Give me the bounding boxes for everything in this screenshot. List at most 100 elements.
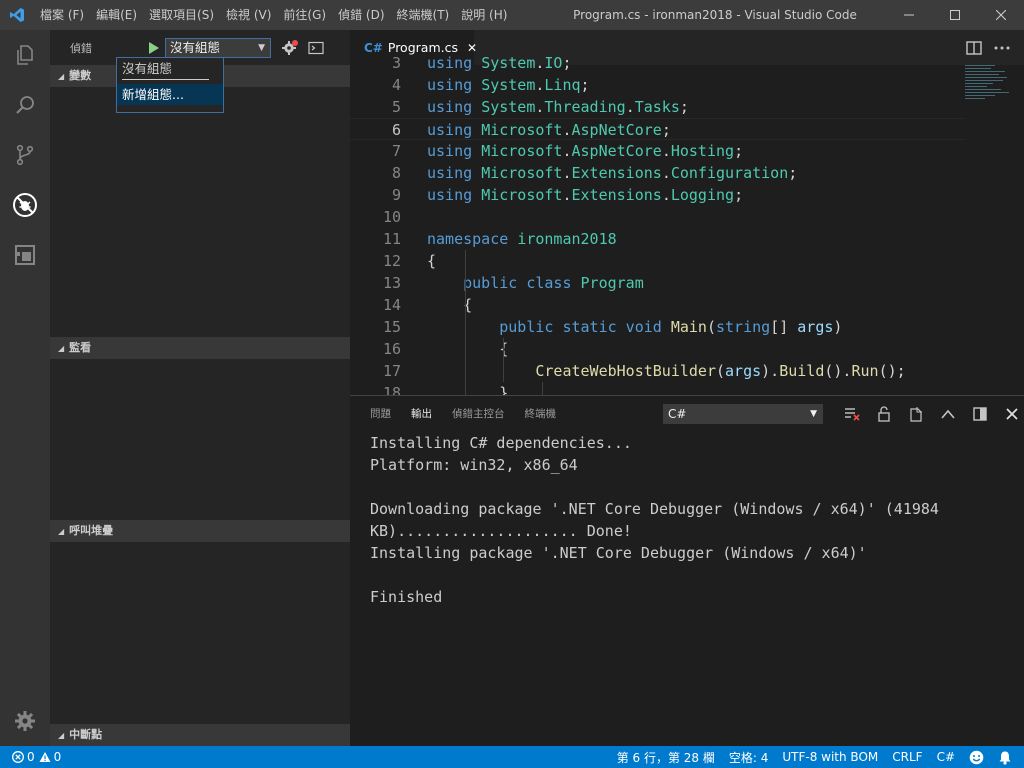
toggle-panel-position-icon[interactable] (964, 396, 996, 432)
more-actions-icon[interactable] (988, 30, 1016, 65)
clear-output-icon[interactable] (836, 396, 868, 432)
code-line[interactable]: 8 using Microsoft.Extensions.Configuratio… (350, 162, 965, 184)
warning-count: 0 (53, 750, 62, 764)
search-icon[interactable] (0, 80, 50, 130)
code-line[interactable]: 12 { (350, 250, 965, 272)
extensions-icon[interactable] (0, 230, 50, 280)
code-line[interactable]: 11 namespace ironman2018 (350, 228, 965, 250)
line-number: 13 (382, 274, 401, 292)
code-line[interactable]: 15 public static void Main(string[] args… (350, 316, 965, 338)
minimap[interactable] (965, 65, 1010, 105)
cursor-position[interactable]: 第 6 行，第 28 欄 (617, 749, 715, 766)
watch-section-header[interactable]: ◢ 監看 (50, 337, 350, 359)
maximize-button[interactable] (932, 0, 978, 30)
code-view[interactable]: 3 using System.IO; 4 using System.Linq; 5 usi… (350, 54, 1024, 395)
menu-view[interactable]: 檢視 (V) (220, 0, 277, 30)
open-launch-json-gear-icon[interactable] (279, 37, 301, 59)
chevron-down-icon: ▼ (258, 42, 265, 53)
code-text: public class Program (463, 274, 644, 292)
code-text: { (427, 340, 509, 358)
code-line[interactable]: 18 } (350, 382, 965, 395)
sidebar-title: 偵錯 (70, 41, 92, 55)
title-bar: 檔案 (F) 編輯(E) 選取項目(S) 檢視 (V) 前往(G) 偵錯 (D)… (0, 0, 1024, 30)
code-line[interactable]: 13 public class Program (350, 272, 965, 294)
end-of-line[interactable]: CRLF (892, 750, 922, 764)
start-debugging-button[interactable] (144, 38, 164, 58)
output-channel-select[interactable]: C# ▼ (663, 404, 823, 424)
indent-guide (542, 382, 543, 395)
debug-config-value: 沒有組態 (170, 39, 221, 55)
expand-triangle-icon: ◢ (58, 731, 65, 740)
scroll-lock-icon[interactable] (868, 396, 900, 432)
menu-debug[interactable]: 偵錯 (D) (332, 0, 390, 30)
breakpoints-section-header[interactable]: ◢ 中斷點 (50, 724, 350, 746)
indentation[interactable]: 空格: 4 (729, 749, 769, 766)
status-bar: 0 0 第 6 行，第 28 欄 空格: 4 UTF-8 with BOM CR… (0, 746, 1024, 768)
error-icon (12, 751, 24, 763)
callstack-section-header[interactable]: ◢ 呼叫堆疊 (50, 520, 350, 542)
output-line: Finished (370, 588, 443, 606)
dropdown-option-add-config[interactable]: 新增組態... (117, 84, 223, 105)
output-channel-value: C# (668, 407, 687, 421)
maximize-panel-chevron-up-icon[interactable] (932, 396, 964, 432)
close-window-button[interactable] (978, 0, 1024, 30)
problems-status[interactable]: 0 0 (12, 750, 61, 764)
code-line[interactable]: 6 using Microsoft.AspNetCore; (350, 118, 965, 140)
line-number: 14 (382, 296, 401, 314)
debug-sidebar: 偵錯 沒有組態 ▼ ◢ 變數 ◢ 監看 ◢ 呼叫堆疊 ◢ 中斷點 (50, 30, 350, 746)
menu-file[interactable]: 檔案 (F) (34, 0, 90, 30)
open-log-file-icon[interactable] (900, 396, 932, 432)
code-line[interactable]: 4 using System.Linq; (350, 74, 965, 96)
tab-terminal[interactable]: 終端機 (525, 396, 557, 432)
output-panel: 問題 輸出 偵錯主控台 終端機 C# ▼ Installing C# depen… (350, 395, 1024, 746)
code-line[interactable]: 9 using Microsoft.Extensions.Logging; (350, 184, 965, 206)
code-line[interactable]: 17 CreateWebHostBuilder(args).Build().Ru… (350, 360, 965, 382)
window-title: Program.cs - ironman2018 - Visual Studio… (573, 8, 857, 22)
tab-debug-console[interactable]: 偵錯主控台 (452, 396, 505, 432)
tab-problems[interactable]: 問題 (370, 396, 391, 432)
code-line[interactable]: 3 using System.IO; (350, 52, 965, 74)
menu-selection[interactable]: 選取項目(S) (143, 0, 220, 30)
minimize-button[interactable] (886, 0, 932, 30)
dropdown-option-no-config[interactable]: 沒有組態 (117, 58, 223, 79)
code-text: { (427, 252, 437, 270)
line-number: 11 (382, 230, 401, 248)
expand-triangle-icon: ◢ (58, 527, 65, 536)
code-line[interactable]: 5 using System.Threading.Tasks; (350, 96, 965, 118)
editor-area: C# Program.cs ✕ 3 using System.IO; 4 using … (350, 30, 1024, 395)
debug-icon[interactable] (0, 180, 50, 230)
debug-config-dropdown: 沒有組態 新增組態... (116, 57, 224, 113)
indent-guide (465, 250, 466, 395)
encoding[interactable]: UTF-8 with BOM (782, 750, 878, 764)
menu-edit[interactable]: 編輯(E) (90, 0, 143, 30)
code-line[interactable]: 7 using Microsoft.AspNetCore.Hosting; (350, 140, 965, 162)
code-line[interactable]: 14 { (350, 294, 965, 316)
source-control-icon[interactable] (0, 130, 50, 180)
code-text: using Microsoft.AspNetCore; (427, 121, 671, 139)
menu-terminal[interactable]: 終端機(T) (391, 0, 456, 30)
code-text: using Microsoft.Extensions.Configuration… (427, 164, 798, 182)
tab-output[interactable]: 輸出 (411, 396, 432, 432)
line-number: 5 (391, 98, 401, 116)
menu-help[interactable]: 說明 (H) (455, 0, 513, 30)
code-line[interactable]: 10 (350, 206, 965, 228)
chevron-down-icon: ▼ (810, 409, 817, 419)
output-line: Installing package '.NET Core Debugger (… (370, 544, 867, 562)
debug-console-icon[interactable] (305, 37, 327, 59)
close-panel-icon[interactable] (996, 396, 1024, 432)
debug-config-select[interactable]: 沒有組態 ▼ (165, 37, 271, 58)
feedback-smiley-icon[interactable] (969, 750, 984, 765)
editor-scrollbar[interactable] (1010, 65, 1024, 395)
output-line: Installing C# dependencies... (370, 434, 632, 452)
watch-label: 監看 (69, 341, 92, 354)
menu-go[interactable]: 前往(G) (277, 0, 332, 30)
error-count: 0 (27, 750, 35, 764)
panel-tabs: 問題 輸出 偵錯主控台 終端機 C# ▼ (350, 396, 1024, 432)
manage-gear-icon[interactable] (0, 696, 50, 746)
code-line[interactable]: 16 { (350, 338, 965, 360)
code-text: using Microsoft.Extensions.Logging; (427, 186, 744, 204)
notifications-bell-icon[interactable] (998, 750, 1012, 765)
explorer-icon[interactable] (0, 30, 50, 80)
language-mode[interactable]: C# (937, 750, 955, 764)
